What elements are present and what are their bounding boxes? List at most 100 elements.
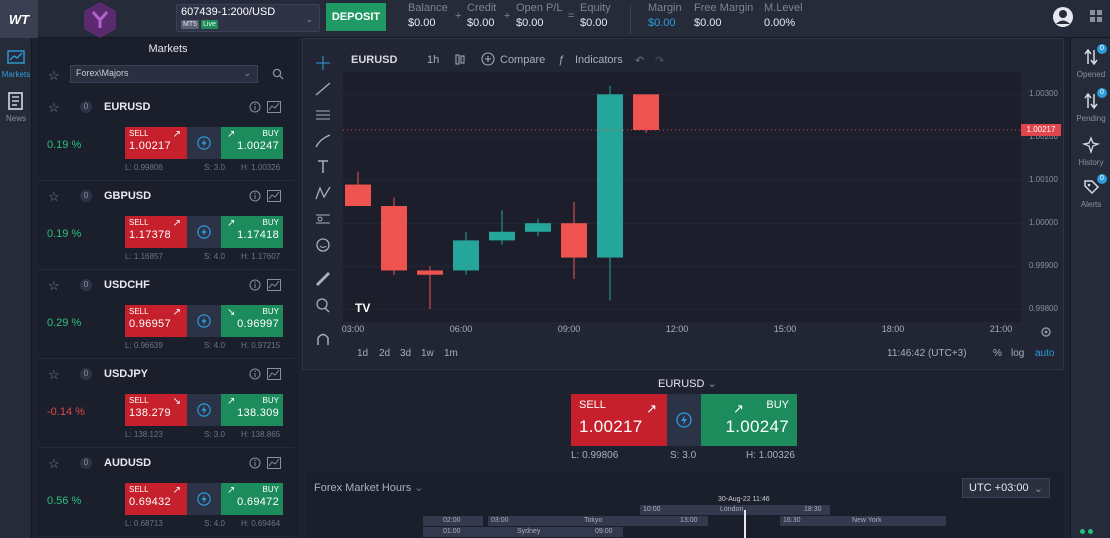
market-row[interactable]: ☆ 0 AUDUSD 0.56 % SELL 0.69432 ↗ ↗ BUY 0.69472 L: … xyxy=(38,448,294,537)
buy-button[interactable]: ↘ BUY 0.96997 xyxy=(221,305,283,337)
plus-circle-icon[interactable] xyxy=(481,52,495,66)
compare-button[interactable]: Compare xyxy=(500,54,545,66)
sell-button[interactable]: SELL 1.17378 ↗ xyxy=(125,216,187,248)
nav-pending[interactable]: 0 Pending xyxy=(1071,88,1110,123)
horizontal-lines-icon[interactable] xyxy=(314,107,332,123)
one-click-trading-toggle[interactable] xyxy=(187,305,221,337)
symbol-name[interactable]: GBPUSD xyxy=(104,190,151,202)
fib-icon[interactable] xyxy=(314,211,332,227)
chart-icon[interactable] xyxy=(267,457,281,469)
one-click-trading-toggle[interactable] xyxy=(667,394,701,446)
redo-icon[interactable]: ↷ xyxy=(655,54,664,67)
period-3d[interactable]: 3d xyxy=(400,348,411,359)
sell-button[interactable]: SELL 0.69432 ↗ xyxy=(125,483,187,515)
trade-symbol-selector[interactable]: EURUSD ⌄ xyxy=(658,377,717,390)
emoji-icon[interactable] xyxy=(314,237,332,253)
market-hours-title[interactable]: Forex Market Hours ⌄ xyxy=(314,481,423,494)
one-click-trading-toggle[interactable] xyxy=(187,216,221,248)
chart-icon[interactable] xyxy=(267,279,281,291)
market-category-select[interactable]: Forex\Majors ⌄ xyxy=(70,65,258,83)
candle-style-icon[interactable] xyxy=(454,52,466,67)
brush-icon[interactable] xyxy=(314,133,332,149)
spread: S: 4.0 xyxy=(204,341,225,350)
time-axis: 03:00 06:00 09:00 12:00 15:00 18:00 21:00 xyxy=(342,324,1021,338)
sell-button[interactable]: SELL 138.279 ↘ xyxy=(125,394,187,426)
symbol-name[interactable]: USDJPY xyxy=(104,368,148,380)
crosshair-icon[interactable] xyxy=(314,55,332,71)
info-icon[interactable] xyxy=(249,279,261,291)
favorite-star-icon[interactable]: ☆ xyxy=(48,189,60,205)
high-price: H: 138.865 xyxy=(241,430,281,439)
period-1w[interactable]: 1w xyxy=(421,348,434,359)
favorite-star-icon[interactable]: ☆ xyxy=(48,278,60,294)
market-row[interactable]: ☆ 0 USDCHF 0.29 % SELL 0.96957 ↗ ↘ BUY 0.96997 L: … xyxy=(38,270,294,359)
market-row[interactable]: ☆ 0 GBPUSD 0.19 % SELL 1.17378 ↗ ↗ BUY 1.17418 L: … xyxy=(38,181,294,270)
buy-button[interactable]: ↗ BUY 138.309 xyxy=(221,394,283,426)
candlestick-plot[interactable] xyxy=(343,72,1021,322)
chart-symbol[interactable]: EURUSD xyxy=(351,54,397,66)
user-avatar-icon[interactable] xyxy=(1052,6,1074,28)
zoom-icon[interactable] xyxy=(314,297,332,313)
favorites-star-icon[interactable]: ☆ xyxy=(48,68,60,84)
undo-icon[interactable]: ↶ xyxy=(635,54,644,67)
period-1d[interactable]: 1d xyxy=(357,348,368,359)
sell-button[interactable]: SELL 1.00217 ↗ xyxy=(125,127,187,159)
buy-price: 138.309 xyxy=(237,407,279,419)
info-icon[interactable] xyxy=(249,101,261,113)
arrow-up-right-icon: ↗ xyxy=(172,307,181,318)
time-tick-label: 21:00 xyxy=(989,324,1013,334)
symbol-name[interactable]: AUDUSD xyxy=(104,457,151,469)
market-row[interactable]: ☆ 0 USDJPY -0.14 % SELL 138.279 ↘ ↗ BUY 138.309 L:… xyxy=(38,359,294,448)
sell-button[interactable]: SELL 0.96957 ↗ xyxy=(125,305,187,337)
ruler-icon[interactable] xyxy=(314,271,332,287)
app-logo[interactable]: WT xyxy=(0,0,38,38)
one-click-trading-toggle[interactable] xyxy=(187,127,221,159)
session-extra: 02:00 xyxy=(423,516,483,526)
indicators-button[interactable]: Indicators xyxy=(575,54,623,66)
info-icon[interactable] xyxy=(249,368,261,380)
nav-alerts[interactable]: 0 Alerts xyxy=(1071,174,1110,209)
nav-history[interactable]: History xyxy=(1071,136,1110,167)
sell-price: 138.279 xyxy=(129,407,171,419)
favorite-star-icon[interactable]: ☆ xyxy=(48,367,60,383)
nav-news[interactable]: News xyxy=(0,92,32,123)
nav-opened[interactable]: 0 Opened xyxy=(1071,44,1110,79)
trade-symbol: EURUSD xyxy=(658,378,705,390)
one-click-trading-toggle[interactable] xyxy=(187,394,221,426)
chart-icon[interactable] xyxy=(267,190,281,202)
period-1m[interactable]: 1m xyxy=(444,348,458,359)
symbol-name[interactable]: EURUSD xyxy=(104,101,150,113)
nav-markets[interactable]: Markets xyxy=(0,50,32,79)
trend-line-icon[interactable] xyxy=(314,81,332,97)
buy-button[interactable]: ↗ BUY 0.69472 xyxy=(221,483,283,515)
symbol-name[interactable]: USDCHF xyxy=(104,279,150,291)
magnet-icon[interactable] xyxy=(314,331,332,347)
scale-percent-button[interactable]: % xyxy=(993,348,1002,359)
interval-button[interactable]: 1h xyxy=(427,54,439,66)
deposit-button[interactable]: DEPOSIT xyxy=(326,3,386,31)
apps-grid-icon[interactable] xyxy=(1090,10,1102,22)
info-icon[interactable] xyxy=(249,457,261,469)
chart-icon[interactable] xyxy=(267,101,281,113)
pattern-icon[interactable] xyxy=(314,185,332,201)
buy-button[interactable]: BUY 1.00247 ↗ xyxy=(701,394,797,446)
timezone-select[interactable]: UTC +03:00 ⌄ xyxy=(962,478,1050,498)
text-tool-icon[interactable] xyxy=(314,159,332,175)
scale-log-button[interactable]: log xyxy=(1011,348,1024,359)
chart-icon[interactable] xyxy=(267,368,281,380)
favorite-star-icon[interactable]: ☆ xyxy=(48,100,60,116)
period-2d[interactable]: 2d xyxy=(379,348,390,359)
settings-gear-icon[interactable] xyxy=(1039,325,1053,339)
function-icon: ƒ xyxy=(558,54,565,66)
buy-button[interactable]: ↗ BUY 1.17418 xyxy=(221,216,283,248)
scale-auto-button[interactable]: auto xyxy=(1035,348,1054,359)
account-selector[interactable]: 607439-1:200/USD MT5 Live ⌄ xyxy=(176,4,320,32)
market-row[interactable]: ☆ 0 EURUSD 0.19 % SELL 1.00217 ↗ ↗ BUY 1.00247 L: … xyxy=(38,92,294,181)
market-category-value: Forex\Majors xyxy=(76,68,129,78)
search-icon[interactable] xyxy=(272,68,284,80)
info-icon[interactable] xyxy=(249,190,261,202)
buy-button[interactable]: ↗ BUY 1.00247 xyxy=(221,127,283,159)
one-click-trading-toggle[interactable] xyxy=(187,483,221,515)
sell-button[interactable]: SELL 1.00217 ↗ xyxy=(571,394,667,446)
favorite-star-icon[interactable]: ☆ xyxy=(48,456,60,472)
